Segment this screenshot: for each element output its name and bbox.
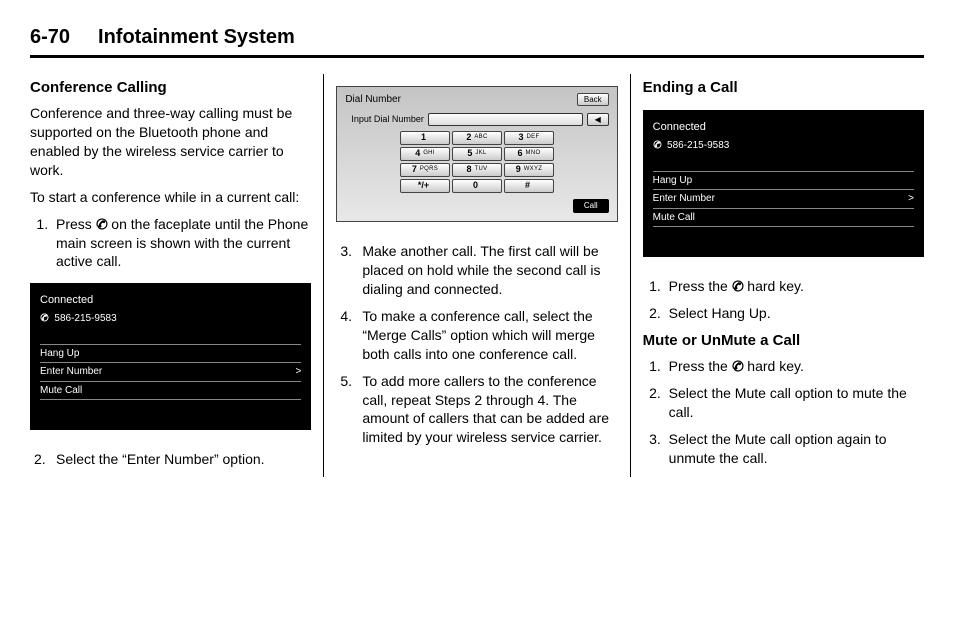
key-2[interactable]: 2ABC [452,131,502,145]
key-star[interactable]: */+ [400,179,450,193]
menu-item-hang-up[interactable]: Hang Up [653,171,914,190]
list-item: 3.Make another call. The first call will… [336,242,617,299]
chevron-right-icon: > [908,192,914,206]
page-number: 6-70 [30,24,70,51]
list-item: Select the Mute call option to mute the … [665,384,924,422]
column-3: Ending a Call Connected ✆ 586-215-9583 H… [631,74,924,477]
menu-item-mute-call[interactable]: Mute Call [40,381,301,401]
key-0[interactable]: 0 [452,179,502,193]
column-2: Dial Number Back Input Dial Number ◀ 1 2… [324,74,629,477]
key-7[interactable]: 7PQRS [400,163,450,177]
text: hard key. [743,358,803,374]
list-item: Select the Mute call option again to unm… [665,430,924,468]
chevron-right-icon: > [295,365,301,379]
ordered-list-continued: 3.Make another call. The first call will… [336,242,617,447]
heading-conference-calling: Conference Calling [30,78,311,98]
menu-item-hang-up[interactable]: Hang Up [40,344,301,363]
ordered-list: Press the ✆ hard key. Select the Mute ca… [643,357,924,467]
column-1: Conference Calling Conference and three-… [30,74,323,477]
key-9[interactable]: 9WXYZ [504,163,554,177]
paragraph: Conference and three-way calling must be… [30,104,311,180]
phone-number-row: ✆ 586-215-9583 [653,139,914,153]
screen-title: Connected [653,120,914,135]
text: Press [56,216,96,232]
paragraph: To start a conference while in a current… [30,188,311,207]
ordered-list: Press the ✆ hard key. Select Hang Up. [643,277,924,323]
key-6[interactable]: 6MNO [504,147,554,161]
phone-icon: ✆ [651,138,663,153]
key-8[interactable]: 8TUV [452,163,502,177]
list-item: 5.To add more callers to the conference … [336,372,617,448]
dial-input[interactable] [428,113,583,126]
screen-title: Dial Number [345,93,401,107]
figure-dial-number-screen: Dial Number Back Input Dial Number ◀ 1 2… [336,86,617,222]
text: hard key. [743,278,803,294]
figure-connected-screen: Connected ✆ 586-215-9583 Hang Up Enter N… [643,110,924,257]
call-button[interactable]: Call [573,199,609,214]
backspace-button[interactable]: ◀ [587,113,609,126]
phone-icon: ✆ [38,311,50,326]
ordered-list-continued: 2.Select the “Enter Number” option. [30,450,311,469]
key-1[interactable]: 1 [400,131,450,145]
phone-number-row: ✆ 586-215-9583 [40,312,301,326]
input-label: Input Dial Number [351,113,424,125]
list-item: Select Hang Up. [665,304,924,323]
heading-ending-a-call: Ending a Call [643,78,924,98]
heading-mute-unmute: Mute or UnMute a Call [643,331,924,351]
list-item: 4.To make a conference call, select the … [336,307,617,364]
text: Press the [669,358,732,374]
key-3[interactable]: 3DEF [504,131,554,145]
page-header: 6-70 Infotainment System [30,24,924,58]
list-item: Press the ✆ hard key. [665,357,924,376]
figure-connected-screen: Connected ✆ 586-215-9583 Hang Up Enter N… [30,283,311,430]
back-button[interactable]: Back [577,93,609,106]
document-title: Infotainment System [98,24,295,51]
list-item: 2.Select the “Enter Number” option. [30,450,311,469]
keypad: 1 2ABC 3DEF 4GHI 5JKL 6MNO 7PQRS 8TUV 9W… [345,131,608,193]
menu-item-enter-number[interactable]: Enter Number> [653,189,914,208]
content-columns: Conference Calling Conference and three-… [30,74,924,477]
list-item: Press ✆ on the faceplate until the Phone… [52,215,311,272]
menu-item-mute-call[interactable]: Mute Call [653,208,914,228]
key-4[interactable]: 4GHI [400,147,450,161]
key-hash[interactable]: # [504,179,554,193]
list-item: Press the ✆ hard key. [665,277,924,296]
ordered-list: Press ✆ on the faceplate until the Phone… [30,215,311,272]
phone-number: 586-215-9583 [54,312,116,326]
screen-title: Connected [40,293,301,308]
text: Press the [669,278,732,294]
phone-number: 586-215-9583 [667,139,729,153]
menu-item-enter-number[interactable]: Enter Number> [40,362,301,381]
key-5[interactable]: 5JKL [452,147,502,161]
